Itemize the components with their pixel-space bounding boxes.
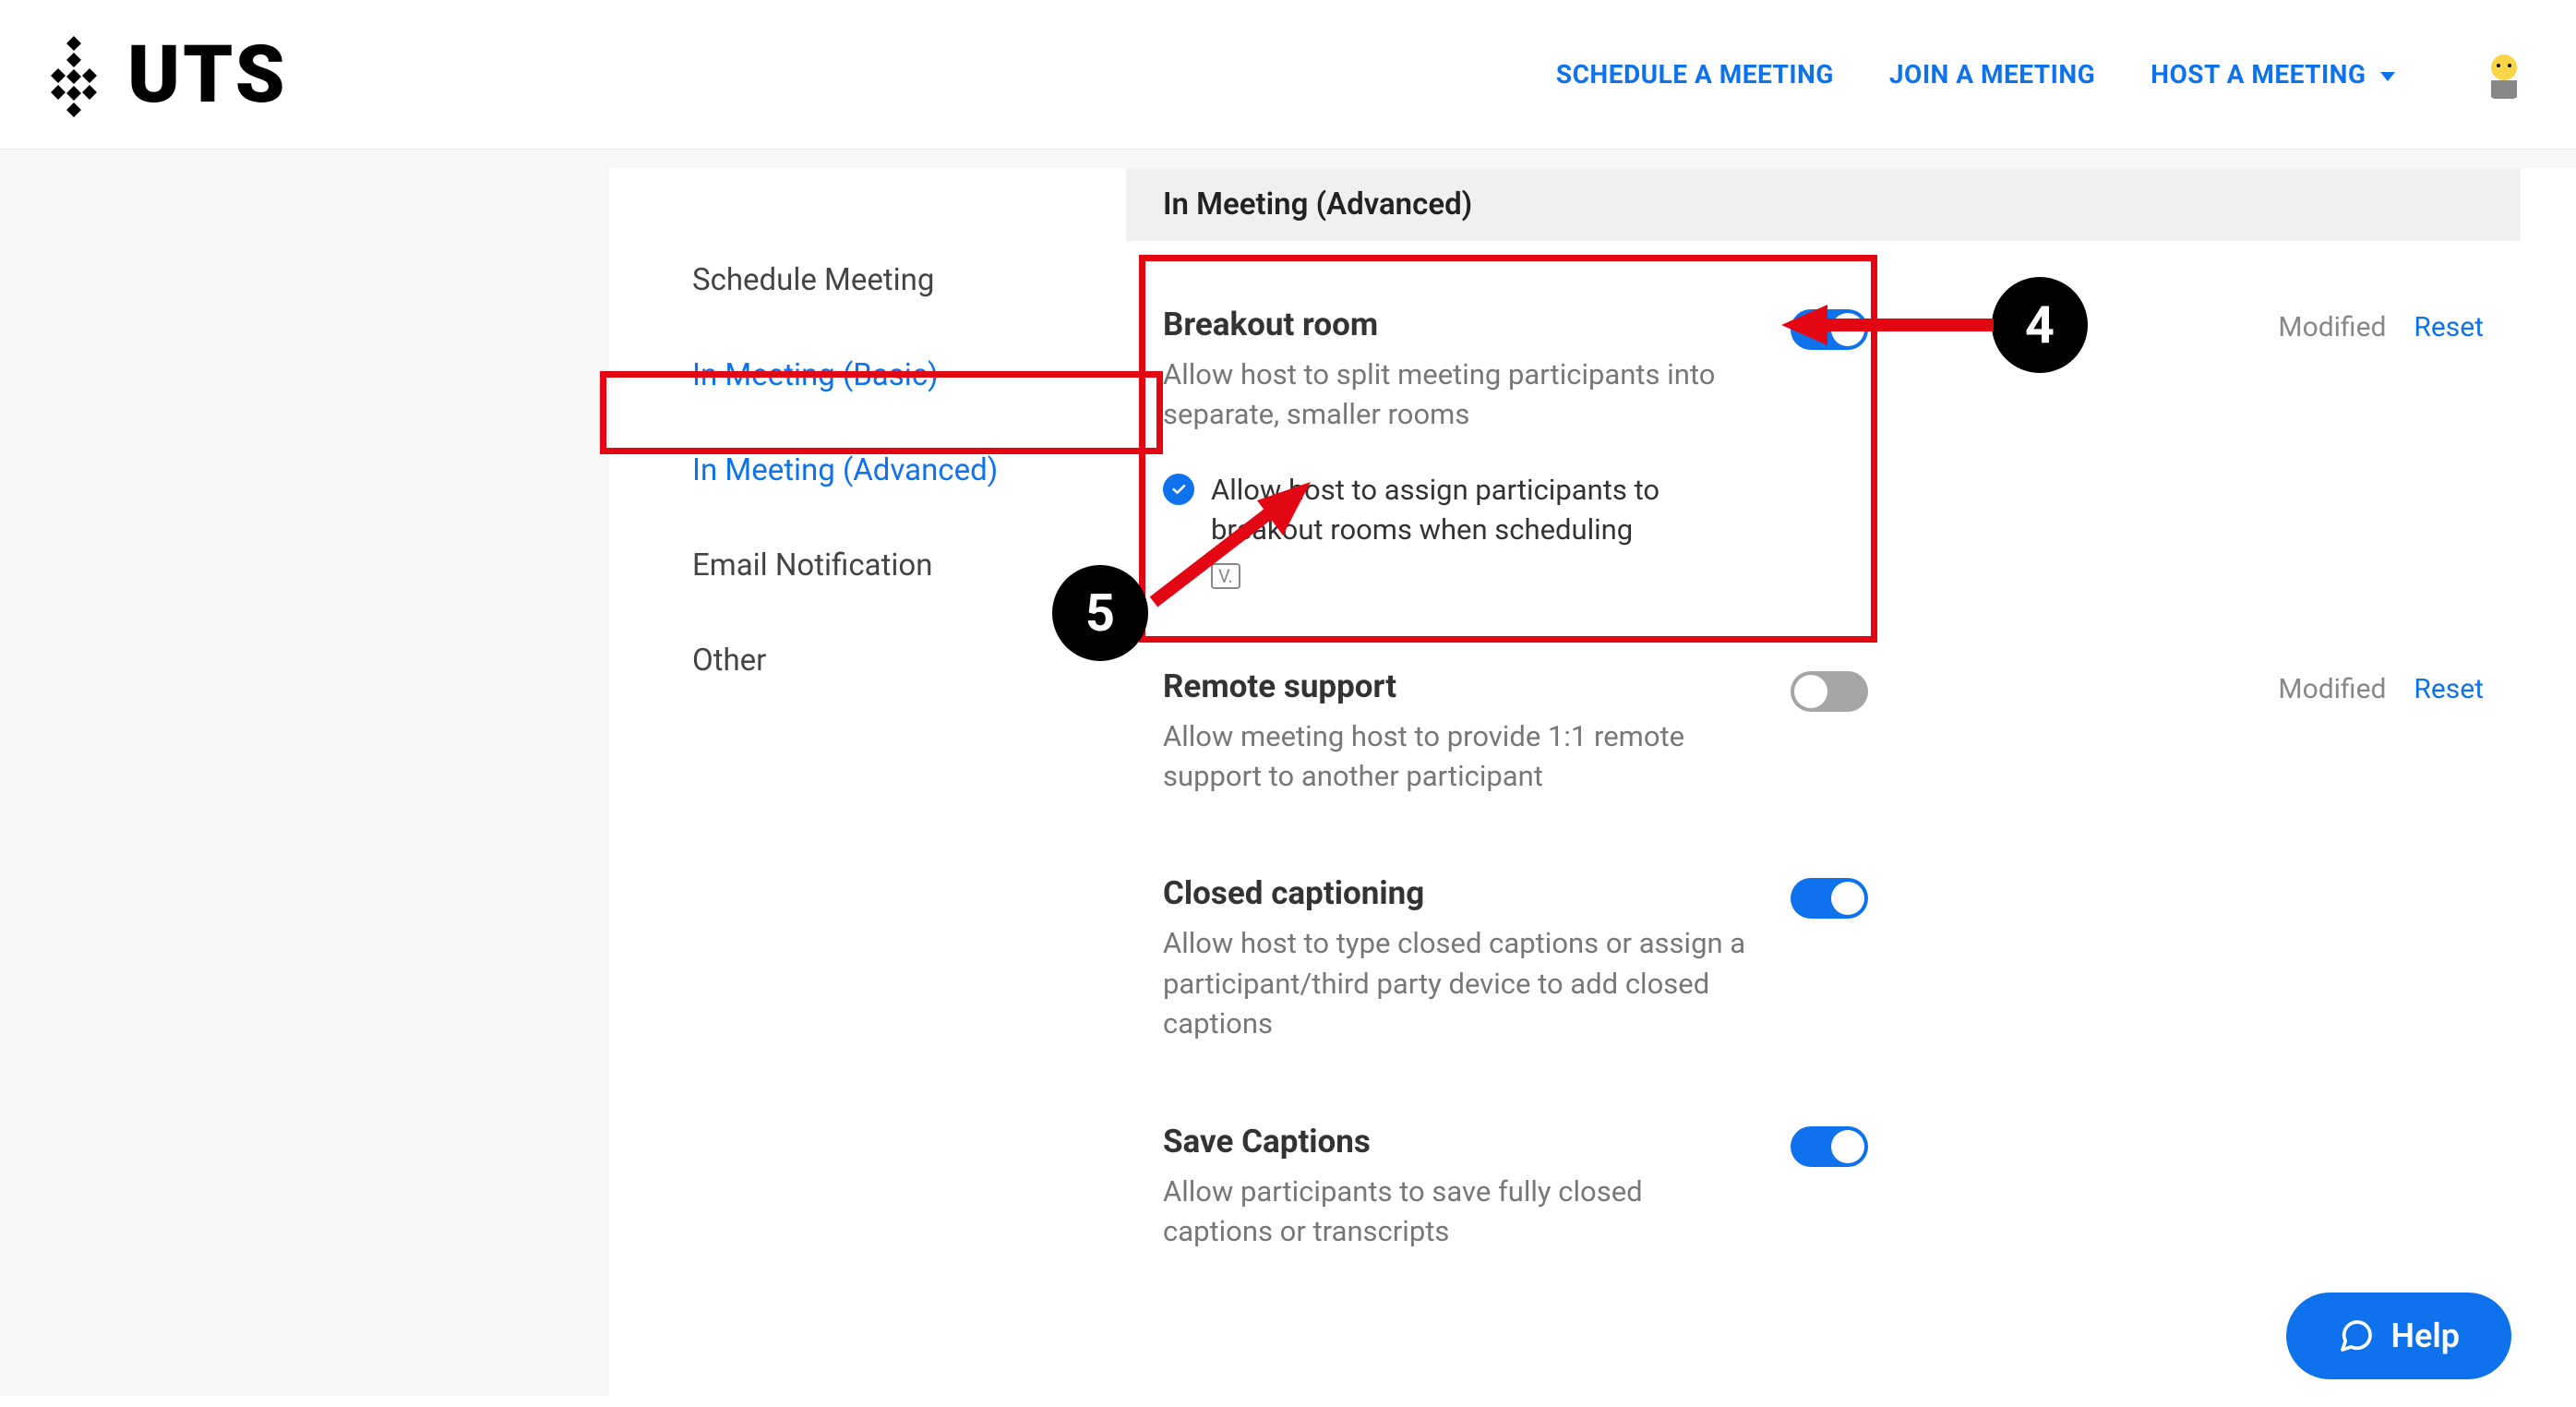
section-header-advanced: In Meeting (Advanced) [1126, 168, 2521, 241]
modified-label: Modified [2278, 311, 2386, 343]
setting-desc: Allow participants to save fully closed … [1163, 1172, 1754, 1252]
reset-link[interactable]: Reset [2414, 311, 2484, 343]
help-button[interactable]: Help [2286, 1293, 2511, 1379]
checkbox-checked-icon [1163, 474, 1194, 505]
side-nav-in-meeting-advanced[interactable]: In Meeting (Advanced) [692, 423, 1126, 518]
side-nav-in-meeting-basic[interactable]: In Meeting (Basic) [692, 328, 1126, 423]
toggle-remote-support[interactable] [1791, 671, 1868, 712]
setting-title: Breakout room [1163, 306, 1754, 343]
help-label: Help [2391, 1317, 2460, 1355]
settings-column: In Meeting (Advanced) Breakout room Allo… [1126, 168, 2576, 1396]
settings-side-nav: Schedule Meeting In Meeting (Basic) In M… [609, 168, 1126, 1396]
uts-logo-icon [37, 29, 111, 121]
toggle-closed-captioning[interactable] [1791, 878, 1868, 919]
avatar-icon [2478, 49, 2530, 101]
setting-closed-captioning: Closed captioning Allow host to type clo… [1126, 847, 2521, 1094]
setting-breakout-room: Breakout room Allow host to split meetin… [1126, 278, 2521, 640]
side-nav-email-notification[interactable]: Email Notification [692, 518, 1126, 613]
sub-option-assign-participants[interactable]: Allow host to assign participants to bre… [1163, 470, 1754, 589]
side-nav-other[interactable]: Other [692, 613, 1126, 708]
reset-link[interactable]: Reset [2414, 673, 2484, 705]
nav-schedule-meeting[interactable]: SCHEDULE A MEETING [1556, 59, 1834, 90]
header-nav: SCHEDULE A MEETING JOIN A MEETING HOST A… [1556, 49, 2530, 101]
side-nav-schedule-meeting[interactable]: Schedule Meeting [692, 233, 1126, 328]
chevron-down-icon [2380, 72, 2395, 81]
nav-join-meeting[interactable]: JOIN A MEETING [1889, 59, 2095, 90]
nav-host-label: HOST A MEETING [2151, 59, 2366, 90]
setting-desc: Allow meeting host to provide 1:1 remote… [1163, 716, 1754, 797]
user-avatar[interactable] [2478, 49, 2530, 101]
sub-option-text: Allow host to assign participants to bre… [1211, 470, 1754, 550]
setting-title: Remote support [1163, 667, 1754, 705]
toggle-breakout-room[interactable] [1791, 309, 1868, 350]
setting-title: Closed captioning [1163, 874, 1754, 912]
toggle-save-captions[interactable] [1791, 1126, 1868, 1167]
varies-icon: V. [1211, 563, 1240, 589]
setting-title: Save Captions [1163, 1123, 1754, 1160]
modified-label: Modified [2278, 673, 2386, 705]
settings-body: Schedule Meeting In Meeting (Basic) In M… [0, 150, 2576, 1396]
chat-icon [2338, 1317, 2375, 1354]
nav-host-meeting[interactable]: HOST A MEETING [2151, 59, 2395, 90]
logo-text: UTS [127, 28, 288, 121]
app-header: UTS SCHEDULE A MEETING JOIN A MEETING HO… [0, 0, 2576, 150]
setting-save-captions: Save Captions Allow participants to save… [1126, 1095, 2521, 1303]
setting-desc: Allow host to type closed captions or as… [1163, 923, 1754, 1043]
setting-remote-support: Remote support Allow meeting host to pro… [1126, 640, 2521, 848]
setting-desc: Allow host to split meeting participants… [1163, 355, 1754, 435]
settings-card: Schedule Meeting In Meeting (Basic) In M… [609, 168, 2576, 1396]
logo[interactable]: UTS [37, 28, 288, 121]
